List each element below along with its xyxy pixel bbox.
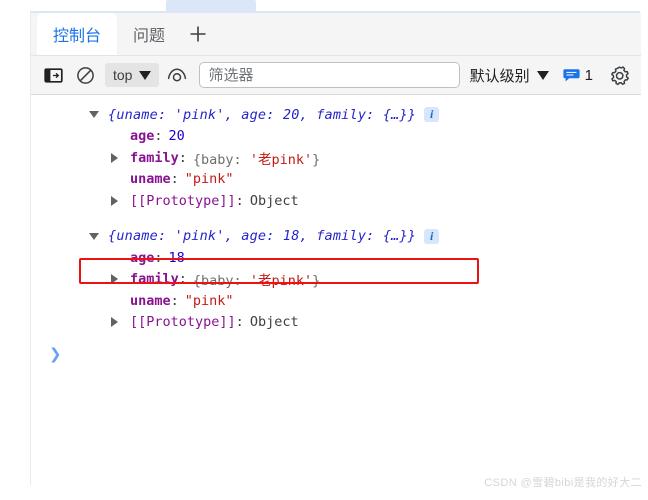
object-open: {baby: [192,273,250,290]
property-row-prototype[interactable]: [[Prototype]]: Object [31,312,641,334]
property-value: 18 [168,249,185,266]
property-value: "pink" [184,171,234,188]
tab-issues[interactable]: 问题 [117,13,181,55]
property-key: age [130,128,155,145]
property-colon: : [154,249,163,266]
object-preview: {uname: 'pink', age: 18, family: {…}} [108,228,417,245]
execution-context-value: top [113,67,133,83]
property-row-family[interactable]: family: {baby: '老pink'} [31,147,641,169]
property-value: {baby: '老pink'} [193,148,320,168]
gear-icon [610,65,629,85]
property-key: [[Prototype]] [130,314,236,331]
log-entry-1: {uname: 'pink', age: 20, family: {…}} i … [31,104,641,212]
sidebar-panel-icon [43,67,63,83]
property-value: {baby: '老pink'} [193,269,320,289]
chevron-down-icon [536,70,549,80]
console-toolbar: top 默认级别 1 [31,55,641,95]
console-output: {uname: 'pink', age: 20, family: {…}} i … [31,95,641,483]
settings-button[interactable] [605,61,633,89]
top-tab-strip [30,0,640,14]
expand-twisty-open[interactable] [89,111,103,119]
object-close: } [312,151,321,168]
message-bubble-icon [563,68,580,81]
expand-twisty-open[interactable] [89,232,103,240]
property-key: uname [130,171,171,188]
property-value: Object [249,314,299,331]
watermark: CSDN @雪碧bibi是我的好大二 [484,477,642,489]
expand-twisty-closed[interactable] [111,195,125,206]
property-row-family-highlighted[interactable]: family: {baby: '老pink'} [31,269,641,291]
log-entry-1-header[interactable]: {uname: 'pink', age: 20, family: {…}} i [31,104,641,126]
execution-context-selector[interactable]: top [105,63,160,87]
log-level-selector[interactable]: 默认级别 [470,65,549,86]
property-row-prototype[interactable]: [[Prototype]]: Object [31,190,641,212]
prompt-chevron-icon: ❯ [49,345,62,363]
property-colon: : [235,192,244,209]
devtools-screenshot: 控制台 问题 top 筛选器 默认级别 1 {uname: 'pink', ag… [0,0,648,500]
property-row-age[interactable]: age: 20 [31,126,641,148]
property-key: [[Prototype]] [130,192,236,209]
filter-input[interactable] [199,62,460,88]
object-open: {baby: [192,151,250,168]
object-close: } [312,273,321,290]
object-inner-string: '老pink' [249,151,313,168]
eye-icon [168,67,187,81]
devtools-panel: 控制台 问题 top 筛选器 默认级别 1 {uname: 'pink', ag… [30,13,641,485]
property-colon: : [178,149,187,166]
property-colon: : [170,292,179,309]
object-preview: {uname: 'pink', age: 20, family: {…}} [108,106,417,123]
log-level-value: 默认级别 [469,67,530,85]
property-key: family [130,149,179,166]
info-badge[interactable]: i [424,228,440,244]
add-tab-button[interactable] [181,13,215,55]
expand-twisty-closed[interactable] [111,317,125,328]
message-count-badge[interactable]: 1 [563,67,593,84]
property-key: age [130,249,155,266]
expand-twisty-closed[interactable] [111,152,125,163]
tab-console-label: 控制台 [53,28,102,45]
property-row-uname[interactable]: uname: "pink" [31,169,641,191]
devtools-tabbar: 控制台 问题 [31,13,641,55]
chevron-down-icon [139,70,152,80]
tab-console[interactable]: 控制台 [37,13,118,55]
expand-twisty-closed[interactable] [111,274,125,285]
log-entry-2-header[interactable]: {uname: 'pink', age: 18, family: {…}} i [31,226,641,248]
clear-console-icon [76,66,94,84]
property-key: uname [130,292,171,309]
live-expression-button[interactable] [163,61,191,89]
property-value: "pink" [184,292,234,309]
property-value: 20 [168,128,185,145]
property-key: family [130,271,179,288]
property-value: Object [249,192,299,209]
property-row-uname[interactable]: uname: "pink" [31,290,641,312]
object-inner-string: '老pink' [249,273,313,290]
property-colon: : [154,128,163,145]
property-colon: : [178,271,187,288]
console-prompt[interactable]: ❯ [31,343,641,365]
property-row-age[interactable]: age: 18 [31,247,641,269]
tab-issues-label: 问题 [133,28,166,45]
property-colon: : [170,171,179,188]
message-count-value: 1 [584,66,593,84]
log-entry-2: {uname: 'pink', age: 18, family: {…}} i … [31,226,641,334]
info-badge[interactable]: i [424,107,440,123]
sidebar-toggle-button[interactable] [39,61,67,89]
clear-console-button[interactable] [71,61,99,89]
property-colon: : [235,314,244,331]
plus-icon [190,26,206,42]
